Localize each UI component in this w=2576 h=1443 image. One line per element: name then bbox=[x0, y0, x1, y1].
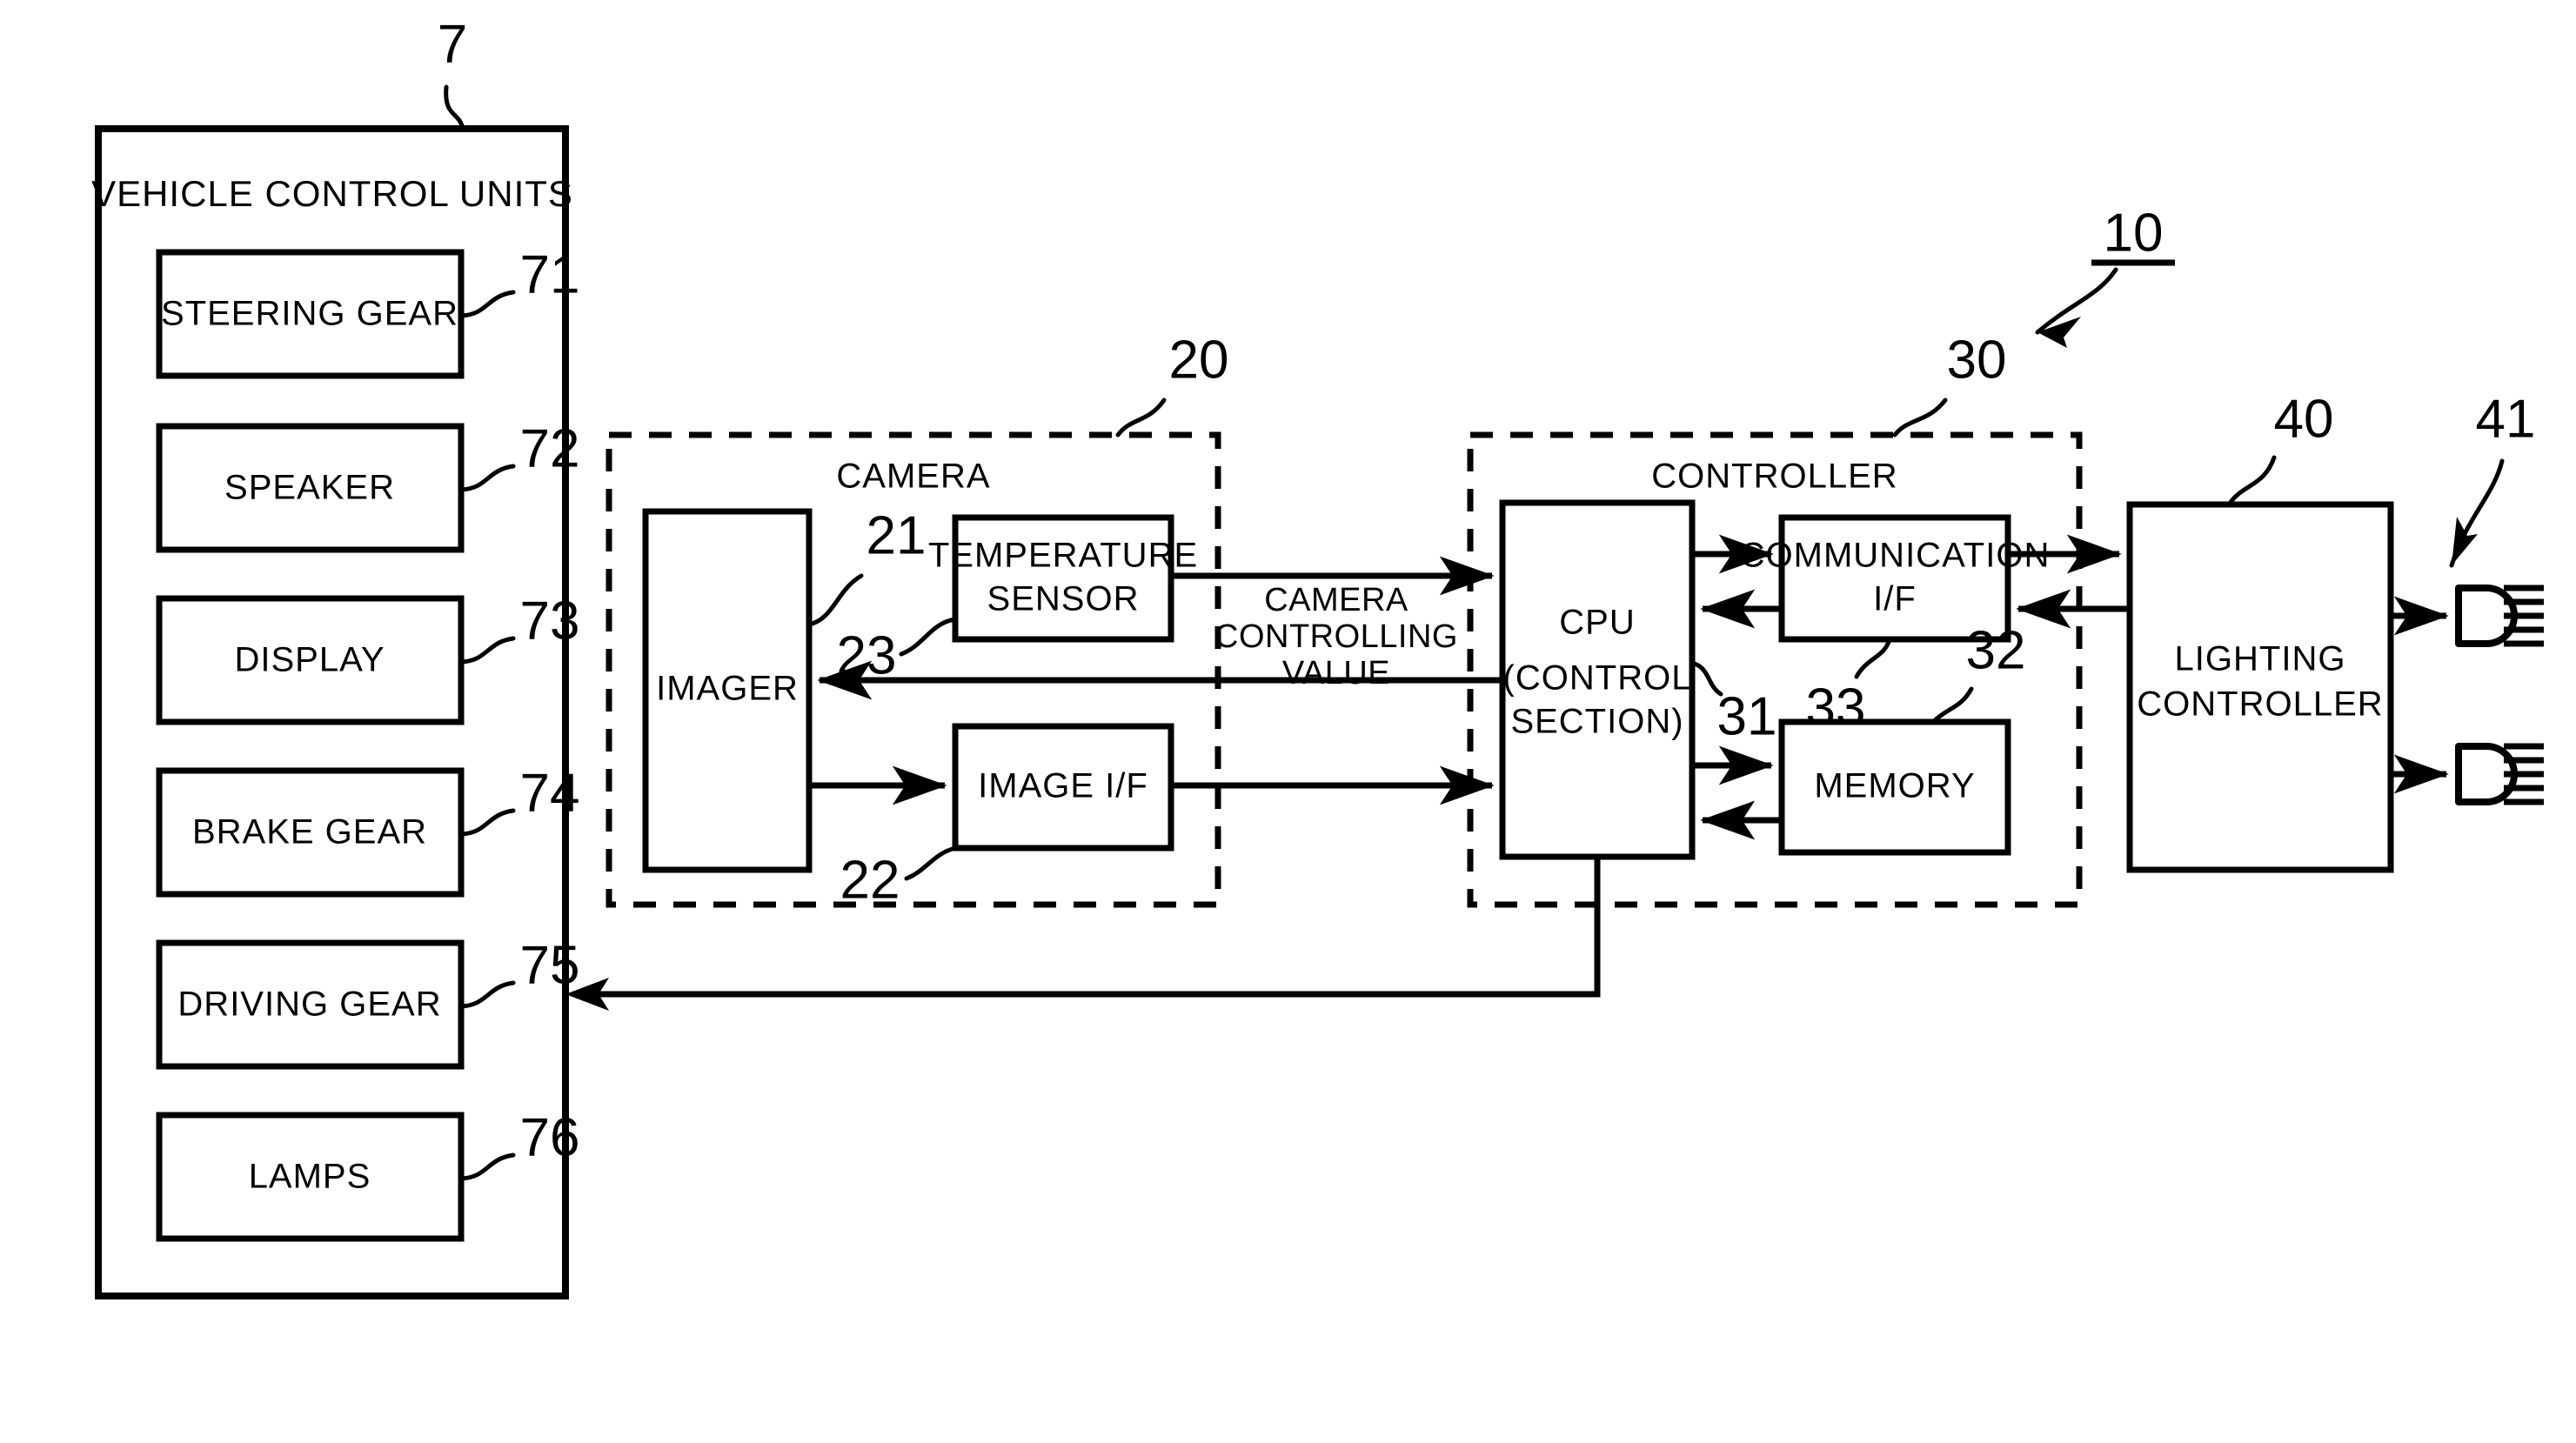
cpu-label-line2: (CONTROL bbox=[1503, 659, 1692, 698]
ref-71-label: 71 bbox=[520, 244, 580, 304]
speaker-label: SPEAKER bbox=[224, 469, 395, 507]
imager-label: IMAGER bbox=[656, 670, 799, 708]
lamps-label: LAMPS bbox=[249, 1158, 371, 1196]
ref-10-label: 10 bbox=[2104, 203, 2164, 263]
ref-30-label: 30 bbox=[1947, 330, 2007, 390]
ref-32-label: 32 bbox=[1966, 620, 2026, 680]
ref-73-label: 73 bbox=[520, 591, 580, 651]
driving-gear-label: DRIVING GEAR bbox=[177, 985, 441, 1024]
block-diagram-svg: VEHICLE CONTROL UNITS 7 STEERING GEAR 71… bbox=[91, 14, 2544, 1299]
ref-41-arrowhead bbox=[2452, 517, 2478, 565]
ref-74-label: 74 bbox=[520, 763, 580, 823]
ref-22-label: 22 bbox=[840, 850, 900, 910]
ref-31-label: 31 bbox=[1717, 686, 1777, 746]
ref-7-leader bbox=[444, 84, 465, 131]
ccv-line3: VALUE bbox=[1282, 655, 1390, 691]
ref-10-arrowhead bbox=[2037, 317, 2081, 348]
temperature-sensor-label-line1: TEMPERATURE bbox=[928, 537, 1198, 575]
image-if-label: IMAGE I/F bbox=[978, 767, 1148, 805]
ref-40-label: 40 bbox=[2274, 389, 2334, 449]
vehicle-control-units-title: VEHICLE CONTROL UNITS bbox=[91, 173, 573, 214]
controller-section-title: CONTROLLER bbox=[1651, 458, 1897, 496]
conn-cpu-to-vehicle-control-units bbox=[565, 857, 1601, 1011]
cpu-to-vcu-path bbox=[576, 857, 1601, 998]
system-ref-10: 10 bbox=[2035, 203, 2175, 348]
ref-41-label: 41 bbox=[2476, 389, 2536, 449]
cpu-label-line1: CPU bbox=[1559, 604, 1635, 642]
vehicle-control-units-panel: VEHICLE CONTROL UNITS 7 STEERING GEAR 71… bbox=[91, 14, 580, 1299]
ref-23-leader bbox=[899, 617, 958, 657]
cpu-label-line3: SECTION) bbox=[1510, 703, 1683, 741]
ref-75-label: 75 bbox=[520, 935, 580, 995]
ref-23-label: 23 bbox=[837, 625, 897, 685]
ref-20-leader bbox=[1115, 397, 1167, 438]
ref-76-label: 76 bbox=[520, 1107, 580, 1167]
camera-section-title: CAMERA bbox=[836, 458, 990, 496]
lamp-group: 41 bbox=[2391, 389, 2544, 805]
ref-7-label: 7 bbox=[438, 14, 467, 74]
ref-32-leader bbox=[1930, 686, 1974, 725]
ref-21-label: 21 bbox=[866, 505, 927, 565]
ref-33-leader bbox=[1854, 637, 1892, 679]
figure-root: VEHICLE CONTROL UNITS 7 STEERING GEAR 71… bbox=[0, 0, 2576, 1443]
ref-20-label: 20 bbox=[1169, 330, 1229, 390]
communication-if-label-line2: I/F bbox=[1873, 580, 1917, 618]
ref-40-leader bbox=[2226, 455, 2277, 507]
lighting-controller-group[interactable]: LIGHTING CONTROLLER 40 bbox=[2126, 389, 2394, 873]
ref-30-leader bbox=[1892, 397, 1948, 438]
ref-72-label: 72 bbox=[520, 418, 580, 478]
ref-21-leader bbox=[806, 573, 864, 627]
camera-block-image-if[interactable]: IMAGE I/F 22 bbox=[840, 723, 1174, 910]
ref-22-leader bbox=[904, 845, 958, 881]
ccv-line1: CAMERA bbox=[1264, 582, 1408, 618]
communication-if-label-line1: COMMUNICATION bbox=[1740, 537, 2051, 575]
memory-label: MEMORY bbox=[1814, 767, 1975, 805]
temperature-sensor-label-line2: SENSOR bbox=[987, 580, 1140, 618]
camera-block-imager[interactable]: IMAGER 21 bbox=[642, 505, 927, 873]
ref-10-leader bbox=[2035, 267, 2118, 335]
display-label: DISPLAY bbox=[235, 641, 385, 679]
lamp-icon-2 bbox=[2391, 743, 2544, 805]
lighting-controller-label-line1: LIGHTING bbox=[2175, 640, 2346, 678]
ccv-line2: CONTROLLING bbox=[1214, 618, 1458, 655]
brake-gear-label: BRAKE GEAR bbox=[192, 813, 427, 852]
controller-section: CONTROLLER 30 CPU (CONTROL SECTION) 31 C… bbox=[1467, 330, 2083, 908]
camera-controlling-value-label: CAMERA CONTROLLING VALUE bbox=[1214, 582, 1458, 691]
steering-gear-label: STEERING GEAR bbox=[161, 295, 458, 333]
controller-block-memory[interactable]: MEMORY 32 bbox=[1778, 620, 2026, 856]
lamp-icon-1 bbox=[2391, 585, 2544, 647]
lighting-controller-label-line2: CONTROLLER bbox=[2137, 685, 2383, 724]
camera-section: CAMERA 20 IMAGER 21 TEMPERATURE SENSOR 2… bbox=[606, 330, 1229, 910]
